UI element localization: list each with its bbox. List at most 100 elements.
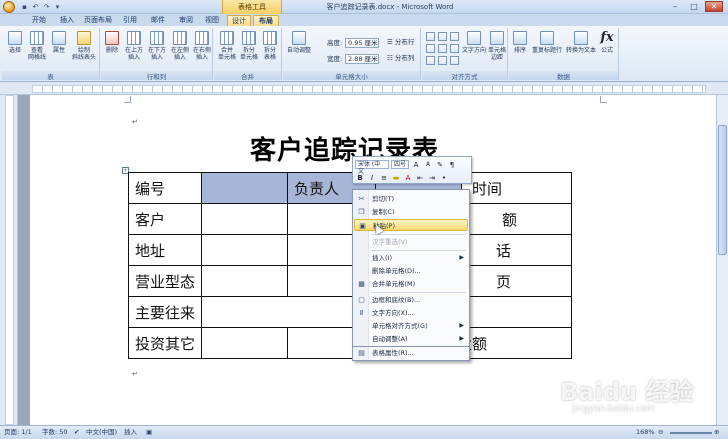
customer-record-table[interactable]: 编号 负责人 时间 客户 额 地址 话 营业型态 页 主要往来 投资其它 xyxy=(127,172,573,359)
sort-button[interactable]: 排序 xyxy=(511,31,529,54)
tab-review[interactable]: 审阅 xyxy=(174,15,198,26)
proofing-icon[interactable]: ✔ xyxy=(74,426,79,439)
split-table-button[interactable]: 拆分 表格 xyxy=(260,31,280,61)
align-middle-right-icon[interactable] xyxy=(450,44,459,53)
menu-item-text-direction[interactable]: Ⅱ 文字方向(X)... xyxy=(354,307,468,319)
table-cell[interactable] xyxy=(201,265,289,297)
menu-item-paste[interactable]: ▣ 粘贴(P) xyxy=(354,219,468,231)
repeat-header-button[interactable]: 重复标题行 xyxy=(531,31,563,54)
menu-item-cell-alignment[interactable]: 单元格对齐方式(G) ▶ xyxy=(354,320,468,332)
table-cell[interactable]: 页 xyxy=(461,265,573,297)
draw-diagonal-header-button[interactable]: 绘制 斜线表头 xyxy=(70,31,98,61)
select-button[interactable]: 选择 xyxy=(5,31,25,54)
menu-item-cut[interactable]: ✂ 剪切(T) xyxy=(354,193,468,205)
tab-references[interactable]: 引用 xyxy=(118,15,142,26)
font-color-icon[interactable]: A xyxy=(403,173,413,183)
table-cell[interactable] xyxy=(201,234,289,266)
table-cell[interactable]: 话 xyxy=(461,234,573,266)
distribute-rows-button[interactable]: ☰ 分布行 xyxy=(387,38,414,47)
table-cell[interactable]: 主要往来 xyxy=(127,296,203,328)
merge-cells-button[interactable]: 合并 单元格 xyxy=(216,31,238,61)
bullets-icon[interactable]: • xyxy=(439,173,449,183)
table-cell[interactable] xyxy=(201,327,289,359)
redo-icon[interactable]: ↷ xyxy=(42,2,51,11)
grow-font-icon[interactable]: A xyxy=(411,160,421,170)
table-cell[interactable] xyxy=(201,203,289,235)
convert-to-text-button[interactable]: 转换为文本 xyxy=(565,31,597,54)
view-gridlines-button[interactable]: 查看 网格线 xyxy=(26,31,48,61)
italic-icon[interactable]: I xyxy=(367,173,377,183)
table-cell[interactable]: 额 xyxy=(461,203,573,235)
align-center-icon[interactable] xyxy=(438,44,447,53)
table-cell[interactable]: 时间 xyxy=(461,172,573,204)
font-name-select[interactable]: 宋体 (中文 xyxy=(355,160,389,175)
horizontal-ruler[interactable] xyxy=(0,83,728,95)
height-input[interactable]: 0.95 厘米 xyxy=(345,38,379,48)
properties-button[interactable]: 属性 xyxy=(50,31,68,54)
menu-item-copy[interactable]: ❐ 复制(C) xyxy=(354,206,468,218)
align-bottom-right-icon[interactable] xyxy=(450,56,459,65)
font-size-select[interactable]: 四号 xyxy=(391,160,409,169)
menu-item-table-properties[interactable]: ▤ 表格属性(R)... xyxy=(354,347,468,359)
table-cell-selected[interactable] xyxy=(201,172,289,204)
menu-item-insert[interactable]: 插入(I) ▶ xyxy=(354,252,468,264)
close-button[interactable]: ✕ xyxy=(705,1,723,12)
menu-item-merge-cells[interactable]: ▦ 合并单元格(M) xyxy=(354,278,468,290)
shrink-font-icon[interactable]: A xyxy=(423,160,433,170)
insert-above-button[interactable]: 在上方 插入 xyxy=(123,31,145,61)
menu-item-borders-shading[interactable]: ▢ 边框和底纹(B)... xyxy=(354,294,468,306)
align-bottom-center-icon[interactable] xyxy=(438,56,447,65)
zoom-out-icon[interactable]: ⊖ xyxy=(658,426,663,439)
menu-item-delete-cells[interactable]: 删除单元格(D)... xyxy=(354,265,468,277)
table-cell[interactable]: 客户 xyxy=(127,203,203,235)
save-icon[interactable]: ▪ xyxy=(20,2,29,11)
split-cells-button[interactable]: 拆分 单元格 xyxy=(238,31,260,61)
status-zoom[interactable]: 168% xyxy=(636,426,655,439)
highlight-icon[interactable]: ▬ xyxy=(391,173,401,183)
tab-home[interactable]: 开始 xyxy=(26,15,52,26)
zoom-in-icon[interactable]: ⊕ xyxy=(714,426,719,439)
table-cell[interactable]: 投资其它 xyxy=(127,327,203,359)
tab-layout[interactable]: 布局 xyxy=(253,15,279,26)
vertical-ruler[interactable] xyxy=(0,95,18,425)
maximize-button[interactable]: □ xyxy=(685,1,703,12)
table-cell[interactable]: 营业型态 xyxy=(127,265,203,297)
office-button[interactable] xyxy=(3,1,15,13)
macro-icon[interactable]: ▣ xyxy=(146,426,152,439)
insert-left-button[interactable]: 在左侧 插入 xyxy=(169,31,191,61)
scroll-thumb[interactable] xyxy=(718,125,727,255)
align-top-right-icon[interactable] xyxy=(450,32,459,41)
tab-mailings[interactable]: 邮件 xyxy=(146,15,170,26)
align-middle-left-icon[interactable] xyxy=(426,44,435,53)
align-top-left-icon[interactable] xyxy=(426,32,435,41)
minimize-button[interactable]: – xyxy=(666,1,684,12)
styles-icon[interactable]: ¶ xyxy=(447,160,457,170)
tab-insert[interactable]: 插入 xyxy=(54,15,80,26)
text-direction-button[interactable]: 文字方向 xyxy=(462,31,486,54)
align-bottom-left-icon[interactable] xyxy=(426,56,435,65)
status-mode[interactable]: 插入 xyxy=(124,426,137,439)
delete-button[interactable]: 删除 xyxy=(103,31,121,54)
insert-right-button[interactable]: 在右侧 插入 xyxy=(191,31,213,61)
tab-page-layout[interactable]: 页面布局 xyxy=(82,15,114,26)
qat-dropdown-icon[interactable]: ▾ xyxy=(53,2,62,11)
center-align-icon[interactable]: ≡ xyxy=(379,173,389,183)
status-language[interactable]: 中文(中国) xyxy=(86,426,117,439)
decrease-indent-icon[interactable]: ⇤ xyxy=(415,173,425,183)
align-top-center-icon[interactable] xyxy=(438,32,447,41)
increase-indent-icon[interactable]: ⇥ xyxy=(427,173,437,183)
vertical-scrollbar[interactable] xyxy=(716,95,728,425)
zoom-slider[interactable] xyxy=(670,432,712,434)
table-cell[interactable]: 地址 xyxy=(127,234,203,266)
autofit-button[interactable]: 自动调整 xyxy=(285,31,313,54)
status-page[interactable]: 页面: 1/1 xyxy=(4,426,32,439)
format-painter-icon[interactable]: ✎ xyxy=(435,160,445,170)
insert-below-button[interactable]: 在下方 插入 xyxy=(146,31,168,61)
tab-design[interactable]: 设计 xyxy=(227,15,251,26)
cell-margins-button[interactable]: 单元格 边距 xyxy=(486,31,508,61)
width-input[interactable]: 2.88 厘米 xyxy=(345,54,379,64)
tab-view[interactable]: 视图 xyxy=(201,15,223,26)
undo-icon[interactable]: ↶ xyxy=(31,2,40,11)
table-cell[interactable]: 编号 xyxy=(127,172,203,204)
distribute-cols-button[interactable]: ☷ 分布列 xyxy=(387,54,414,63)
